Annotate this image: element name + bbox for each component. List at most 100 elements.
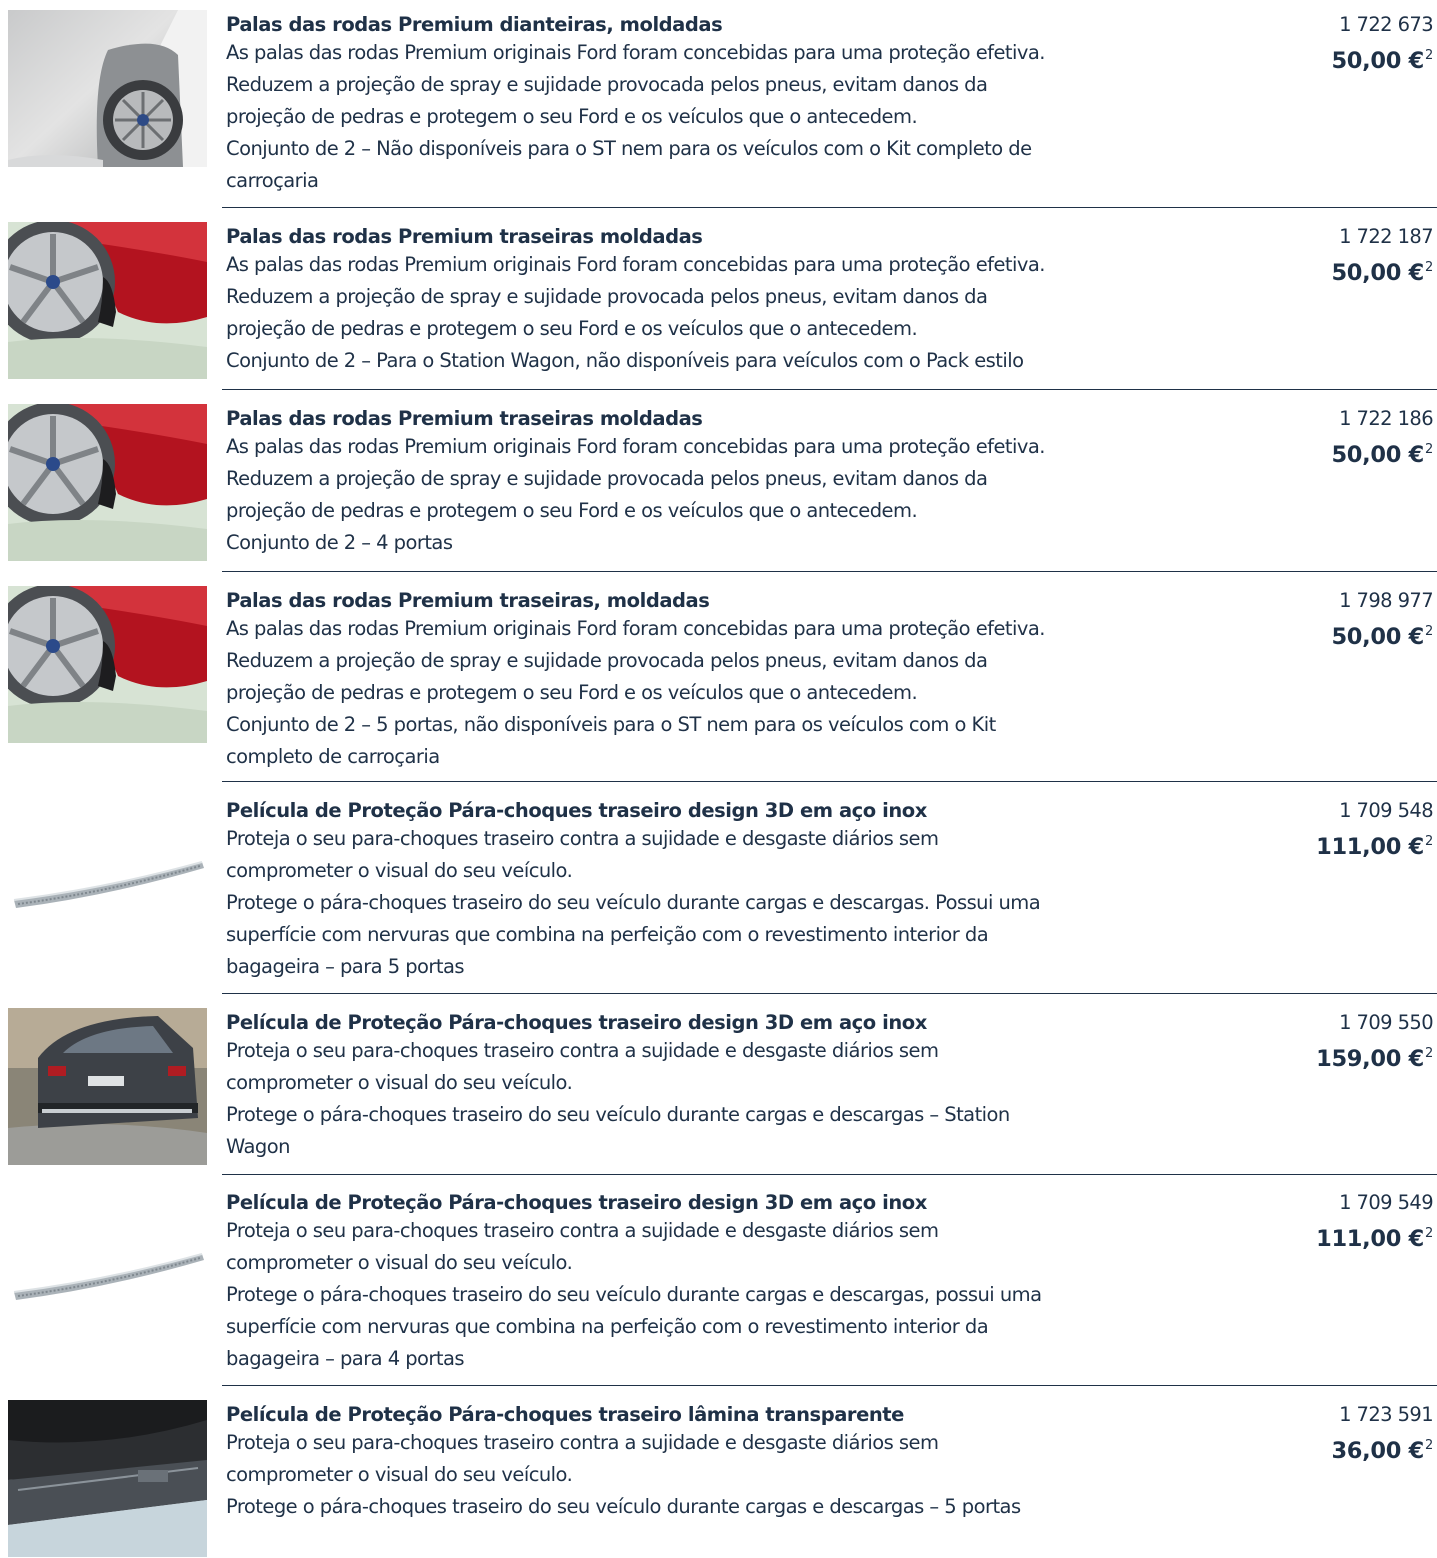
row-divider [222,1385,1437,1386]
item-line: superfície com nervuras que combina na p… [226,923,989,946]
item-title: Película de Proteção Pára-choques trasei… [226,1011,927,1034]
item-line: comprometer o visual do seu veículo. [226,1463,573,1486]
price-value: 50,00 € [1331,442,1425,468]
item-line: bagageira – para 4 portas [226,1347,465,1370]
price: 36,00 €2 [1233,1429,1433,1468]
item-line: comprometer o visual do seu veículo. [226,1251,573,1274]
footnote-marker: 2 [1425,1226,1433,1241]
item-text: Palas das rodas Premium dianteiras, mold… [226,13,1186,197]
price-block: 1 709 548 111,00 €2 [1233,799,1434,864]
item-line: comprometer o visual do seu veículo. [226,1071,573,1094]
row-divider [222,207,1437,208]
item-text: Palas das rodas Premium traseiras, molda… [226,589,1186,773]
part-number: 1 709 548 [1339,799,1433,822]
row-divider [222,781,1437,782]
price-block: 1 722 186 50,00 €2 [1233,407,1433,472]
item-line: Conjunto de 2 – Não disponíveis para o S… [226,137,1032,160]
price: 50,00 €2 [1233,39,1433,78]
product-image-front-mudflap [8,10,207,167]
row-divider [222,571,1437,572]
item-title: Película de Proteção Pára-choques trasei… [226,1403,904,1426]
price-block: 1 722 187 50,00 €2 [1233,225,1433,290]
price-value: 159,00 € [1316,1046,1425,1072]
footnote-marker: 2 [1425,624,1433,639]
price-value: 50,00 € [1331,260,1425,286]
price-block: 1 722 673 50,00 €2 [1233,13,1433,78]
price-value: 50,00 € [1331,624,1425,650]
item-line: Reduzem a projeção de spray e sujidade p… [226,285,988,308]
row-divider [222,389,1437,390]
footnote-marker: 2 [1425,1438,1433,1453]
product-image-rear-mudflap [8,586,207,743]
item-line: Conjunto de 2 – 4 portas [226,531,453,554]
item-line: Wagon [226,1135,290,1158]
item-line: Reduzem a projeção de spray e sujidade p… [226,467,988,490]
price: 50,00 €2 [1233,433,1433,472]
footnote-marker: 2 [1425,48,1433,63]
item-line: completo de carroçaria [226,745,440,768]
item-text: Película de Proteção Pára-choques trasei… [226,1011,1186,1163]
item-text: Película de Proteção Pára-choques trasei… [226,799,1186,983]
price: 50,00 €2 [1233,615,1433,654]
item-title: Palas das rodas Premium traseiras, molda… [226,589,710,612]
item-line: Proteja o seu para-choques traseiro cont… [226,827,939,850]
price-value: 111,00 € [1316,1226,1425,1252]
item-line: projeção de pedras e protegem o seu Ford… [226,499,918,522]
part-number: 1 798 977 [1339,589,1433,612]
item-line: projeção de pedras e protegem o seu Ford… [226,105,918,128]
item-line: Protege o pára-choques traseiro do seu v… [226,1495,1021,1518]
item-text: Película de Proteção Pára-choques trasei… [226,1191,1186,1375]
price-block: 1 709 550 159,00 €2 [1233,1011,1434,1076]
product-image-rear-mudflap [8,404,207,561]
item-line: Protege o pára-choques traseiro do seu v… [226,891,1041,914]
item-title: Palas das rodas Premium traseiras moldad… [226,407,703,430]
item-line: As palas das rodas Premium originais For… [226,41,1045,64]
item-line: superfície com nervuras que combina na p… [226,1315,989,1338]
price-block: 1 709 549 111,00 €2 [1233,1191,1434,1256]
part-number: 1 709 550 [1339,1011,1433,1034]
item-line: comprometer o visual do seu veículo. [226,859,573,882]
part-number: 1 722 187 [1339,225,1433,248]
footnote-marker: 2 [1425,1046,1433,1061]
item-line: Conjunto de 2 – Para o Station Wagon, nã… [226,349,1024,372]
item-line: bagageira – para 5 portas [226,955,465,978]
part-number: 1 723 591 [1339,1403,1433,1426]
product-image-transparent-film [8,1400,207,1557]
footnote-marker: 2 [1425,834,1433,849]
item-line: Proteja o seu para-choques traseiro cont… [226,1219,939,1242]
row-divider [222,993,1437,994]
item-line: Proteja o seu para-choques traseiro cont… [226,1431,939,1454]
part-number: 1 722 186 [1339,407,1433,430]
item-text: Palas das rodas Premium traseiras moldad… [226,407,1186,559]
item-line: As palas das rodas Premium originais For… [226,617,1045,640]
item-line: Protege o pára-choques traseiro do seu v… [226,1103,1010,1126]
price-block: 1 798 977 50,00 €2 [1233,589,1433,654]
item-line: Protege o pára-choques traseiro do seu v… [226,1283,1042,1306]
item-line: As palas das rodas Premium originais For… [226,253,1045,276]
item-line: As palas das rodas Premium originais For… [226,435,1045,458]
price-value: 36,00 € [1331,1438,1425,1464]
product-image-station-wagon [8,1008,207,1165]
price: 50,00 €2 [1233,251,1433,290]
item-line: projeção de pedras e protegem o seu Ford… [226,317,918,340]
product-image-bumper-strip [8,796,207,953]
price-block: 1 723 591 36,00 €2 [1233,1403,1433,1468]
item-text: Película de Proteção Pára-choques trasei… [226,1403,1186,1523]
product-image-rear-mudflap [8,222,207,379]
item-title: Película de Proteção Pára-choques trasei… [226,1191,927,1214]
item-title: Palas das rodas Premium traseiras moldad… [226,225,703,248]
product-image-bumper-strip [8,1188,207,1345]
item-title: Palas das rodas Premium dianteiras, mold… [226,13,723,36]
item-text: Palas das rodas Premium traseiras moldad… [226,225,1186,377]
footnote-marker: 2 [1425,442,1433,457]
item-title: Película de Proteção Pára-choques trasei… [226,799,927,822]
part-number: 1 722 673 [1339,13,1433,36]
price: 111,00 €2 [1233,1217,1433,1256]
price: 159,00 €2 [1233,1037,1433,1076]
item-line: Reduzem a projeção de spray e sujidade p… [226,649,988,672]
price-value: 50,00 € [1331,48,1425,74]
part-number: 1 709 549 [1339,1191,1433,1214]
item-line: Conjunto de 2 – 5 portas, não disponívei… [226,713,996,736]
item-line: Reduzem a projeção de spray e sujidade p… [226,73,988,96]
price-value: 111,00 € [1316,834,1425,860]
